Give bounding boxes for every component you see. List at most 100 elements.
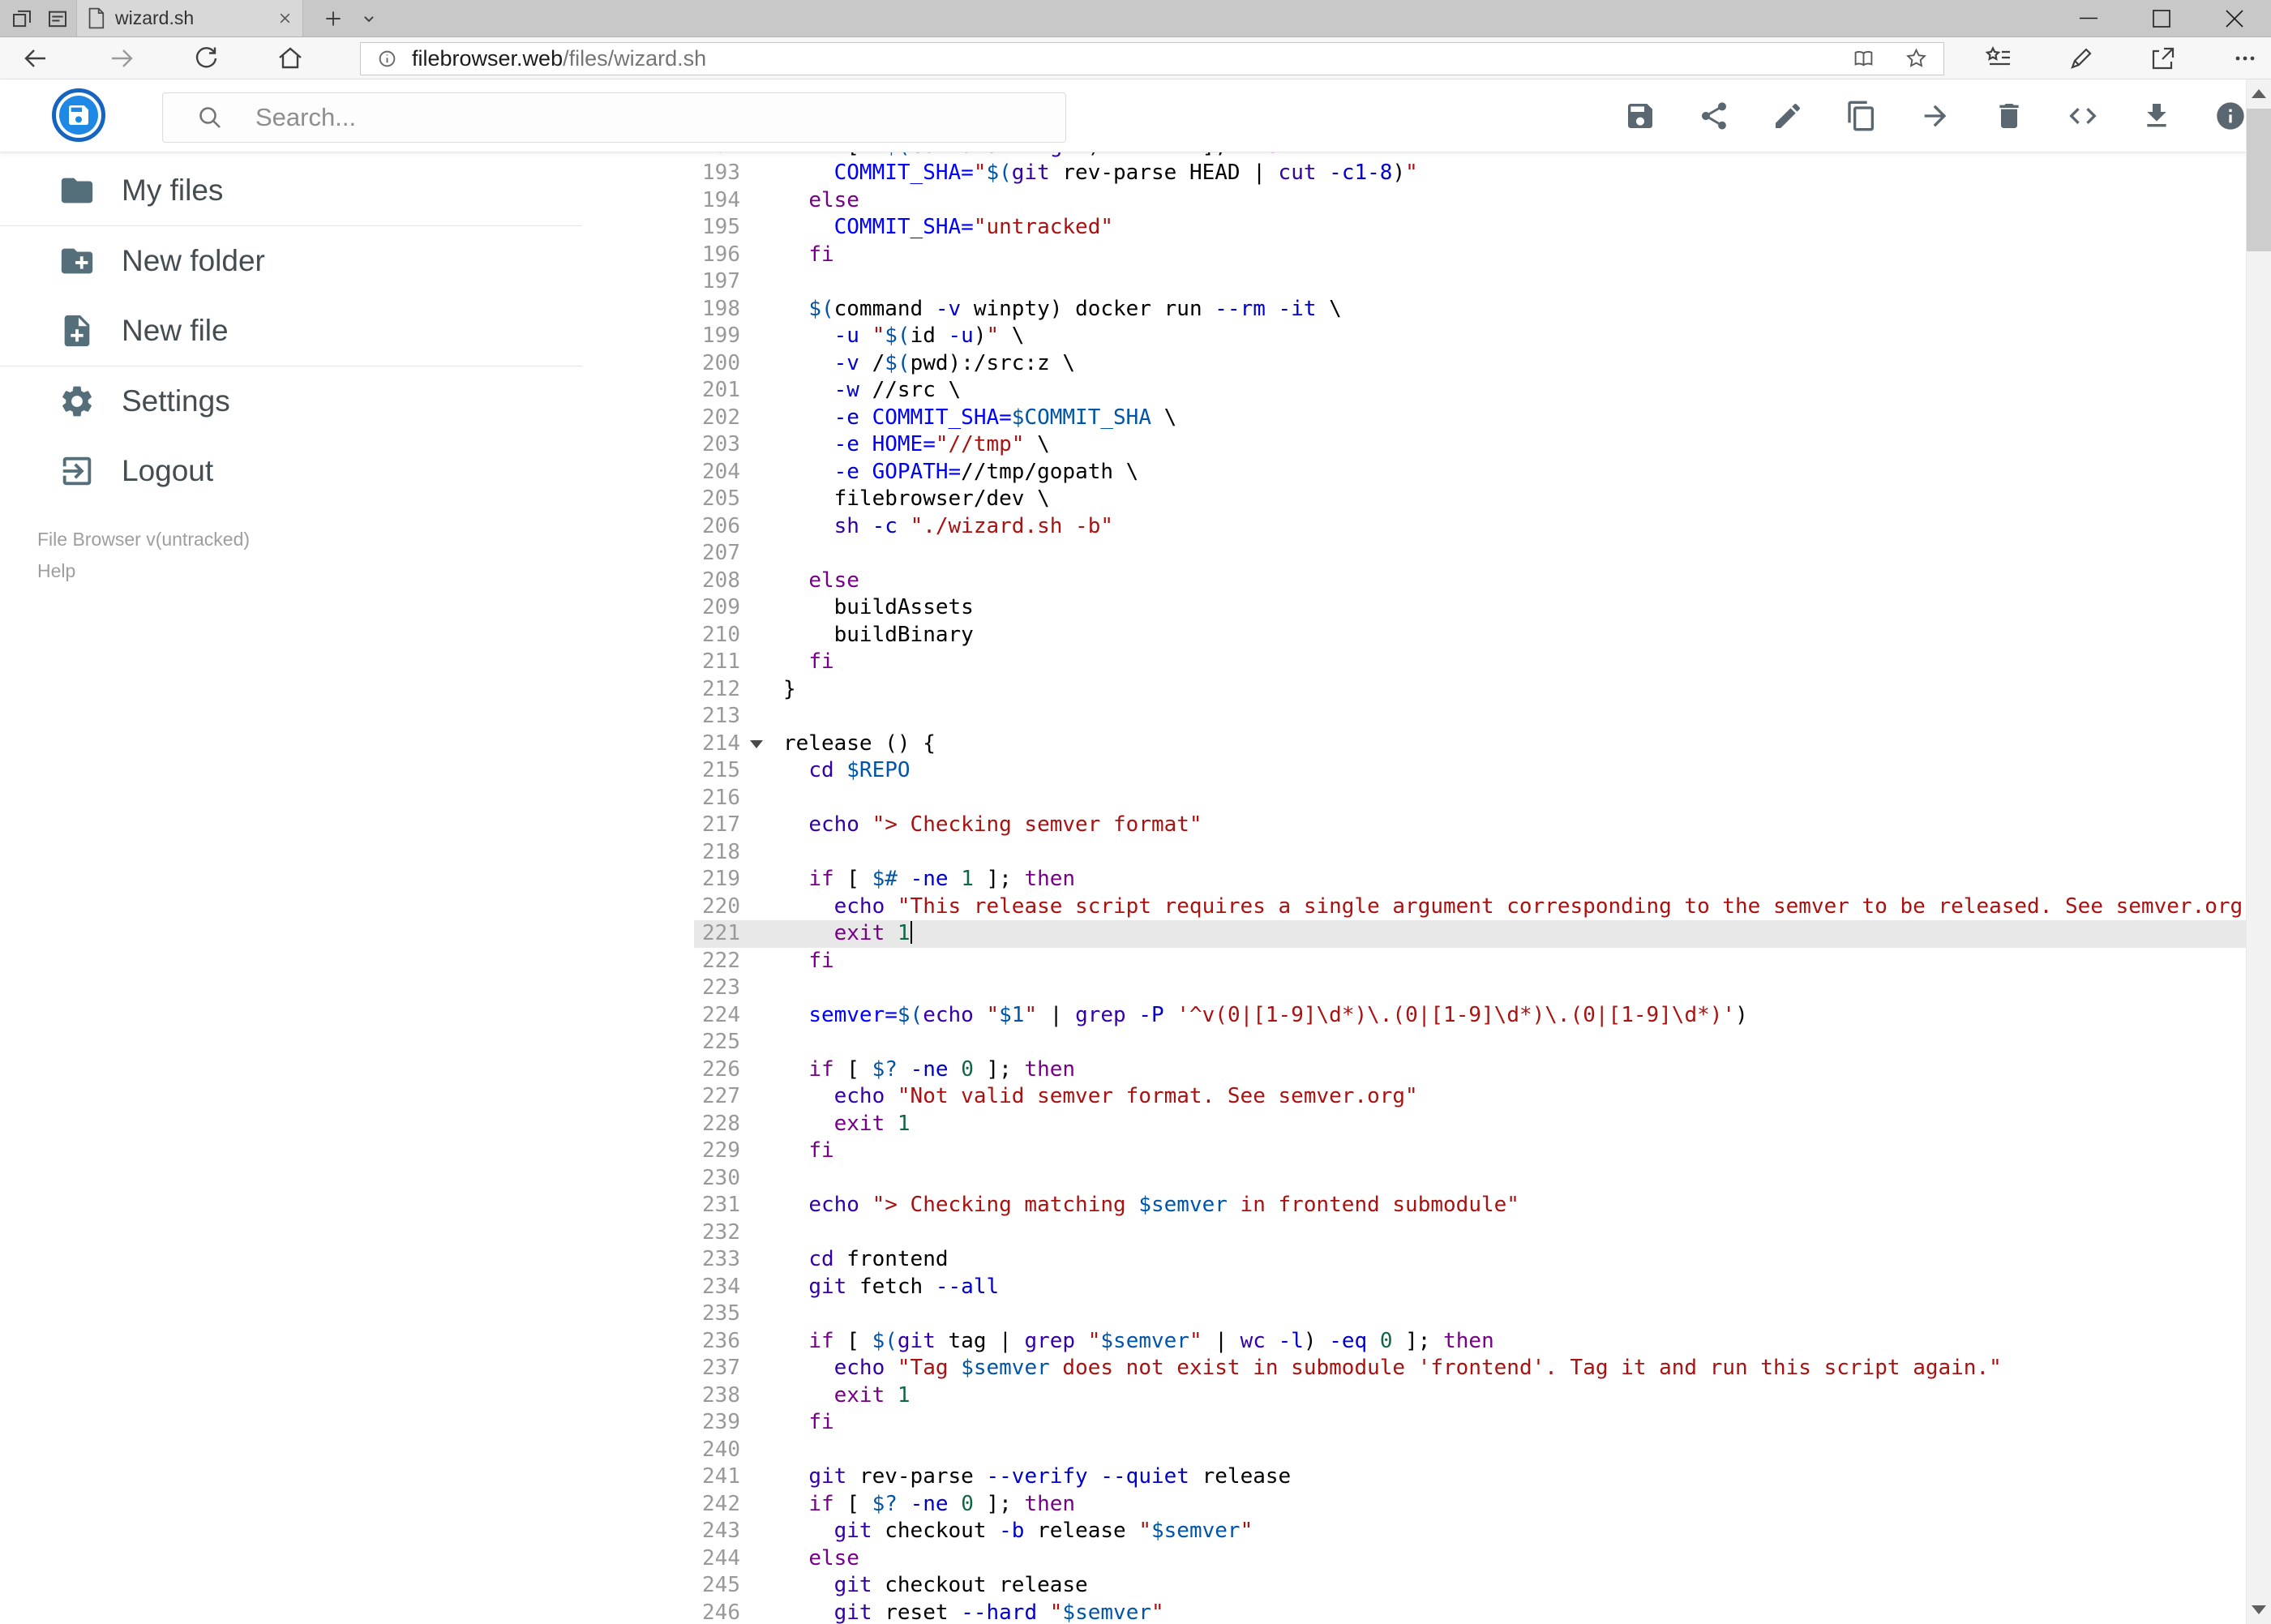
code-line[interactable]: 232: [600, 1219, 2247, 1247]
code-line[interactable]: 199 -u "$(id -u)" \: [600, 323, 2247, 350]
code-line[interactable]: 205 filebrowser/dev \: [600, 486, 2247, 513]
code-line[interactable]: 215 cd $REPO: [600, 757, 2247, 785]
code-line[interactable]: 197: [600, 268, 2247, 296]
code-line[interactable]: 242 if [ $? -ne 0 ]; then: [600, 1491, 2247, 1519]
code-line[interactable]: 246 git reset --hard "$semver": [600, 1600, 2247, 1624]
code-line[interactable]: 200 -v /$(pwd):/src:z \: [600, 350, 2247, 378]
code-line[interactable]: 245 git checkout release: [600, 1572, 2247, 1600]
code-editor[interactable]: 192 if [ "$(command -v git)" != "" ]; th…: [600, 152, 2247, 1624]
search-bar[interactable]: [162, 92, 1066, 143]
search-input[interactable]: [254, 102, 1065, 133]
code-line[interactable]: 233 cd frontend: [600, 1246, 2247, 1274]
code-line[interactable]: 244 else: [600, 1545, 2247, 1573]
share-file-icon[interactable]: [1698, 100, 1730, 132]
close-button[interactable]: [2198, 0, 2271, 36]
hub-favorites-icon[interactable]: [1984, 44, 2013, 73]
sidebar-item-my-files[interactable]: My files: [0, 156, 600, 225]
code-line[interactable]: 198 $(command -v winpty) docker run --rm…: [600, 296, 2247, 324]
source-code-icon[interactable]: [2067, 100, 2099, 132]
code-line[interactable]: 203 -e HOME="//tmp" \: [600, 431, 2247, 459]
code-line[interactable]: 234 git fetch --all: [600, 1274, 2247, 1301]
code-line[interactable]: 224 semver=$(echo "$1" | grep -P '^v(0|[…: [600, 1002, 2247, 1030]
tabs-aside-icon[interactable]: [42, 3, 73, 34]
fold-marker-icon[interactable]: [750, 739, 763, 748]
more-options-icon[interactable]: [2230, 44, 2260, 73]
url-field[interactable]: filebrowser.web/files/wizard.sh: [360, 42, 1944, 75]
tab-preview-chevron-icon[interactable]: [354, 3, 384, 34]
back-icon[interactable]: [21, 44, 50, 73]
code-line[interactable]: 241 git rev-parse --verify --quiet relea…: [600, 1463, 2247, 1491]
code-line[interactable]: 206 sh -c "./wizard.sh -b": [600, 513, 2247, 541]
code-line[interactable]: 193 COMMIT_SHA="$(git rev-parse HEAD | c…: [600, 160, 2247, 187]
share-icon[interactable]: [2149, 44, 2178, 73]
code-line[interactable]: 218: [600, 839, 2247, 867]
delete-trash-icon[interactable]: [1993, 100, 2025, 132]
web-note-pen-icon[interactable]: [2067, 44, 2096, 73]
code-line[interactable]: 192 if [ "$(command -v git)" != "" ]; th…: [600, 152, 2247, 160]
forward-icon[interactable]: [107, 44, 136, 73]
code-line[interactable]: 243 git checkout -b release "$semver": [600, 1518, 2247, 1545]
refresh-icon[interactable]: [191, 44, 221, 73]
help-link[interactable]: Help: [37, 560, 600, 582]
code-line[interactable]: 239 fi: [600, 1409, 2247, 1437]
code-line[interactable]: 214 release () {: [600, 731, 2247, 758]
rename-pencil-icon[interactable]: [1772, 100, 1804, 132]
code-line[interactable]: 227 echo "Not valid semver format. See s…: [600, 1083, 2247, 1111]
code-line[interactable]: 216: [600, 785, 2247, 812]
code-line[interactable]: 240: [600, 1437, 2247, 1464]
code-line[interactable]: 210 buildBinary: [600, 622, 2247, 649]
code-line[interactable]: 236 if [ $(git tag | grep "$semver" | wc…: [600, 1328, 2247, 1356]
code-line[interactable]: 204 -e GOPATH=//tmp/gopath \: [600, 459, 2247, 486]
favorite-star-icon[interactable]: [1904, 46, 1929, 71]
code-line[interactable]: 212}: [600, 676, 2247, 704]
code-line[interactable]: 226 if [ $? -ne 0 ]; then: [600, 1056, 2247, 1084]
sidebar-item-new-file[interactable]: New file: [0, 296, 600, 366]
code-line[interactable]: 211 fi: [600, 649, 2247, 676]
download-icon[interactable]: [2140, 100, 2173, 132]
info-icon[interactable]: [2214, 100, 2247, 132]
code-line[interactable]: 219 if [ $# -ne 1 ]; then: [600, 866, 2247, 893]
code-line[interactable]: 202 -e COMMIT_SHA=$COMMIT_SHA \: [600, 405, 2247, 432]
copy-icon[interactable]: [1845, 100, 1878, 132]
sidebar-item-new-folder[interactable]: New folder: [0, 226, 600, 296]
scroll-up-icon[interactable]: [2252, 89, 2266, 98]
code-line[interactable]: 207: [600, 540, 2247, 568]
move-arrow-icon[interactable]: [1919, 100, 1952, 132]
code-line[interactable]: 225: [600, 1029, 2247, 1056]
reading-view-icon[interactable]: [1851, 46, 1876, 71]
code-line[interactable]: 201 -w //src \: [600, 377, 2247, 405]
maximize-button[interactable]: [2125, 0, 2198, 36]
code-line[interactable]: 208 else: [600, 568, 2247, 595]
code-line[interactable]: 221 exit 1: [600, 920, 2247, 948]
code-line[interactable]: 238 exit 1: [600, 1382, 2247, 1410]
code-line[interactable]: 229 fi: [600, 1138, 2247, 1165]
code-line[interactable]: 228 exit 1: [600, 1111, 2247, 1138]
browser-tab[interactable]: wizard.sh: [76, 0, 303, 36]
code-line[interactable]: 194 else: [600, 187, 2247, 215]
code-line[interactable]: 235: [600, 1300, 2247, 1328]
home-icon[interactable]: [276, 44, 305, 73]
code-line[interactable]: 209 buildAssets: [600, 594, 2247, 622]
code-line[interactable]: 195 COMMIT_SHA="untracked": [600, 214, 2247, 242]
site-info-icon[interactable]: [375, 47, 399, 71]
code-line[interactable]: 217 echo "> Checking semver format": [600, 812, 2247, 839]
set-tabs-aside-icon[interactable]: [6, 3, 37, 34]
sidebar-item-settings[interactable]: Settings: [0, 366, 600, 436]
code-line[interactable]: 213: [600, 703, 2247, 731]
code-line[interactable]: 237 echo "Tag $semver does not exist in …: [600, 1355, 2247, 1382]
code-line[interactable]: 230: [600, 1165, 2247, 1193]
sidebar-item-logout[interactable]: Logout: [0, 436, 600, 506]
code-line[interactable]: 220 echo "This release script requires a…: [600, 893, 2247, 921]
new-tab-icon[interactable]: [318, 3, 349, 34]
vertical-scrollbar[interactable]: [2246, 79, 2271, 1624]
save-icon[interactable]: [1624, 100, 1656, 132]
code-line[interactable]: 222 fi: [600, 948, 2247, 975]
code-line[interactable]: 231 echo "> Checking matching $semver in…: [600, 1192, 2247, 1219]
tab-close-icon[interactable]: [277, 11, 293, 26]
scroll-down-icon[interactable]: [2252, 1605, 2266, 1614]
code-line[interactable]: 223: [600, 975, 2247, 1002]
minimize-button[interactable]: [2052, 0, 2125, 36]
scrollbar-thumb[interactable]: [2247, 109, 2271, 251]
code-line[interactable]: 196 fi: [600, 242, 2247, 269]
filebrowser-logo[interactable]: [52, 88, 105, 142]
